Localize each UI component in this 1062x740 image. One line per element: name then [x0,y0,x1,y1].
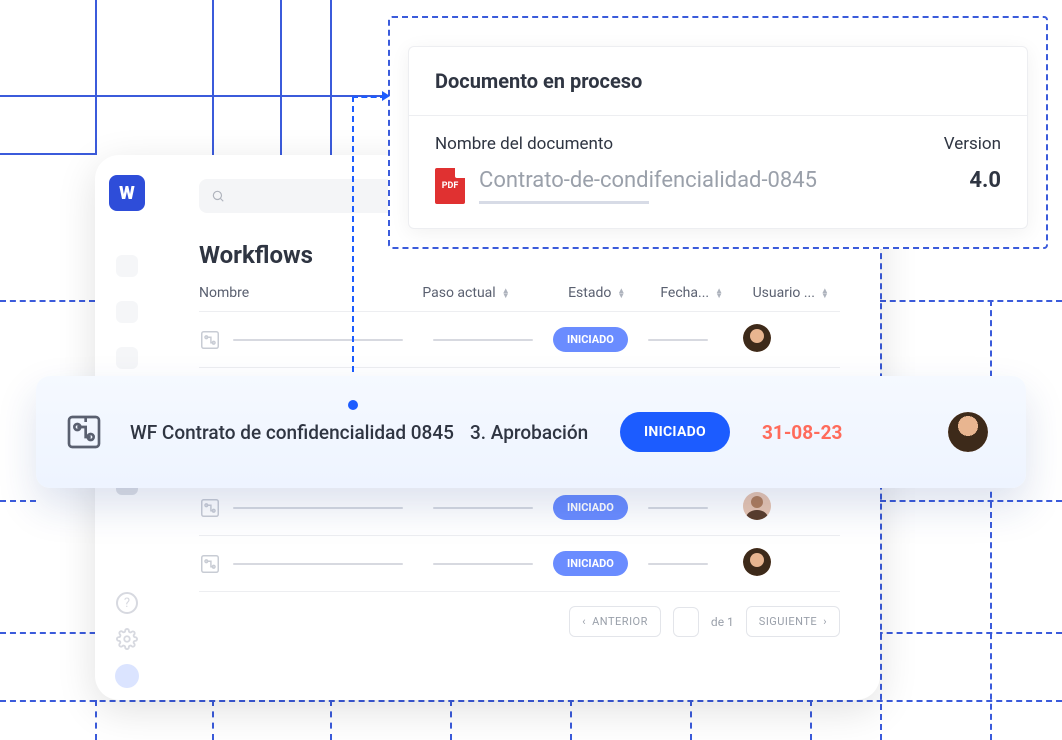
sidebar-nav-item-1[interactable] [116,255,138,277]
pagination: ‹ ANTERIOR de 1 SIGUIENTE › [199,606,840,637]
highlighted-row[interactable]: WF Contrato de confidencialidad 0845 3. … [36,376,1026,488]
help-icon[interactable]: ? [116,592,138,614]
sidebar-nav-item-3[interactable] [116,347,138,369]
document-filename[interactable]: Contrato-de-condifencialidad-0845 [479,168,817,193]
next-button[interactable]: SIGUIENTE › [746,606,840,637]
sidebar-nav-item-2[interactable] [116,301,138,323]
workflow-name: WF Contrato de confidencialidad 0845 [130,421,470,444]
workflow-date: 31-08-23 [762,421,842,444]
sort-icon: ▲▼ [715,288,723,298]
status-badge: INICIADO [553,551,628,576]
prev-button[interactable]: ‹ ANTERIOR [569,606,661,637]
table-header: Nombre Paso actual▲▼ Estado▲▼ Fecha...▲▼… [199,285,840,312]
gear-icon[interactable] [116,628,138,650]
table-row[interactable]: INICIADO [199,312,840,368]
popover-title: Documento en proceso [409,47,1027,116]
user-avatar [948,412,988,452]
table-row[interactable]: INICIADO [199,480,840,536]
table-row[interactable]: INICIADO [199,536,840,592]
column-header-date[interactable]: Fecha...▲▼ [660,285,752,301]
workflow-icon [199,553,221,575]
prev-label: ANTERIOR [592,615,648,628]
next-label: SIGUIENTE [759,615,817,628]
page-number-input[interactable] [673,607,699,637]
user-avatar-sidebar[interactable] [115,664,139,688]
status-badge: INICIADO [620,412,730,452]
column-header-status[interactable]: Estado▲▼ [568,285,660,301]
workflow-step: 3. Aprobación [470,421,620,444]
workflow-icon [199,329,221,351]
document-version: 4.0 [969,168,1001,193]
column-header-name[interactable]: Nombre [199,285,422,301]
document-name-label: Nombre del documento [435,134,613,154]
document-version-label: Version [944,134,1001,154]
chevron-right-icon: › [823,615,827,628]
status-badge: INICIADO [553,495,628,520]
column-header-user[interactable]: Usuario ...▲▼ [753,285,840,301]
pdf-icon: PDF [435,168,465,204]
search-icon [211,189,225,203]
status-badge: INICIADO [553,327,628,352]
app-logo[interactable]: W [109,175,145,211]
workflow-icon [199,497,221,519]
workflow-icon [64,412,104,452]
column-header-step[interactable]: Paso actual▲▼ [422,285,568,301]
user-avatar [743,548,771,576]
user-avatar [743,492,771,520]
chevron-left-icon: ‹ [582,615,586,628]
page-of-label: de 1 [711,615,734,629]
sort-icon: ▲▼ [617,288,625,298]
sort-icon: ▲▼ [821,288,829,298]
user-avatar [743,324,771,352]
sort-icon: ▲▼ [502,288,510,298]
document-popover: Documento en proceso Nombre del document… [388,16,1048,249]
